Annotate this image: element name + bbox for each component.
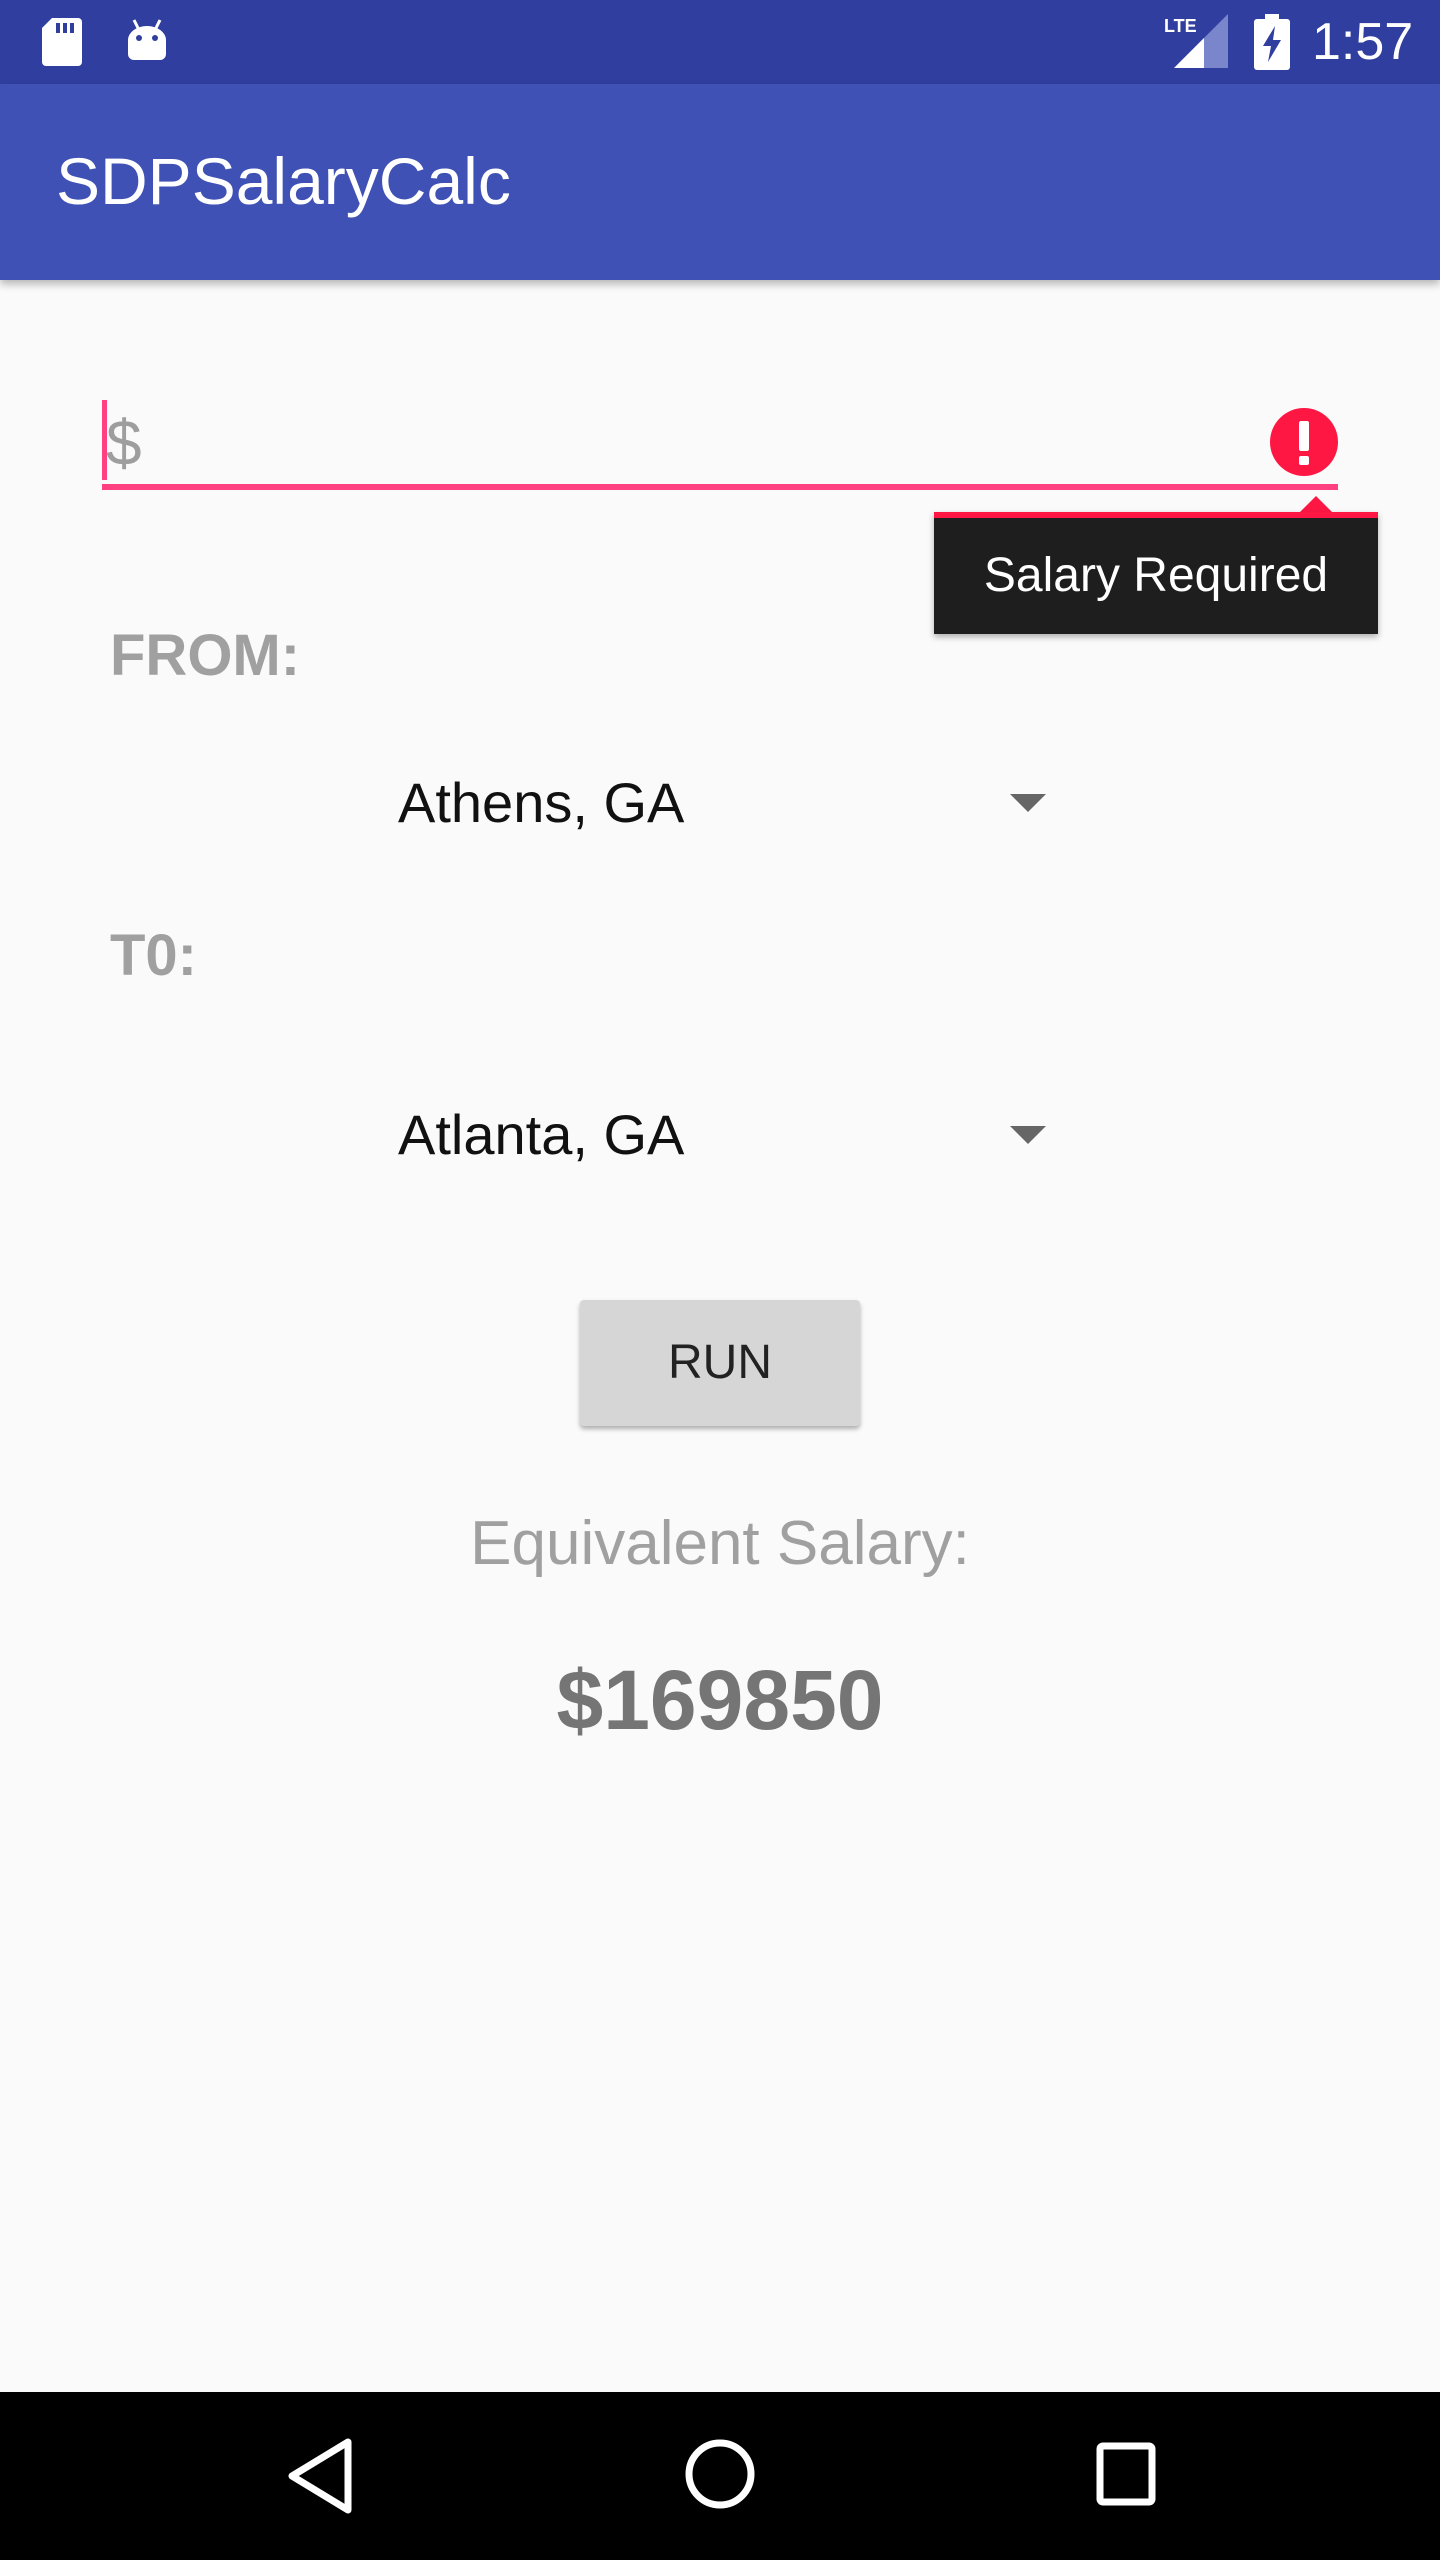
to-city-value: Atlanta, GA: [398, 1103, 685, 1166]
lte-label: LTE: [1164, 16, 1197, 36]
android-icon: [128, 19, 166, 60]
error-icon[interactable]: [1270, 408, 1338, 476]
tooltip-box: Salary Required: [934, 512, 1378, 634]
status-time: 1:57: [1312, 13, 1414, 71]
from-city-value: Athens, GA: [398, 771, 685, 834]
app-bar: SDPSalaryCalc: [0, 84, 1440, 280]
home-icon[interactable]: [682, 2436, 758, 2512]
status-bar: LTE 1:57: [0, 0, 1440, 84]
salary-input[interactable]: $: [102, 400, 1338, 490]
lte-signal-icon: LTE: [1164, 14, 1228, 68]
back-icon[interactable]: [284, 2436, 354, 2516]
battery-charging-icon: [1254, 14, 1290, 70]
from-label: FROM:: [110, 623, 301, 688]
dropdown-arrow-icon: [1010, 1126, 1046, 1144]
error-tooltip: Salary Required: [934, 496, 1378, 638]
to-city-spinner[interactable]: Atlanta, GA: [398, 1084, 1058, 1184]
to-label: T0:: [110, 923, 197, 988]
nav-bar: [0, 2392, 1440, 2560]
from-city-spinner[interactable]: Athens, GA: [398, 752, 1058, 852]
dropdown-arrow-icon: [1010, 794, 1046, 812]
recents-icon[interactable]: [1096, 2436, 1156, 2512]
result-caption: Equivalent Salary:: [470, 1509, 970, 1578]
salary-input-placeholder: $: [106, 407, 142, 479]
app-title: SDPSalaryCalc: [56, 144, 511, 218]
sd-card-icon: [42, 18, 82, 66]
salary-input-underline: [102, 484, 1338, 490]
run-button[interactable]: RUN: [580, 1300, 860, 1426]
result-value: $169850: [556, 1653, 884, 1747]
error-message: Salary Required: [983, 549, 1329, 602]
